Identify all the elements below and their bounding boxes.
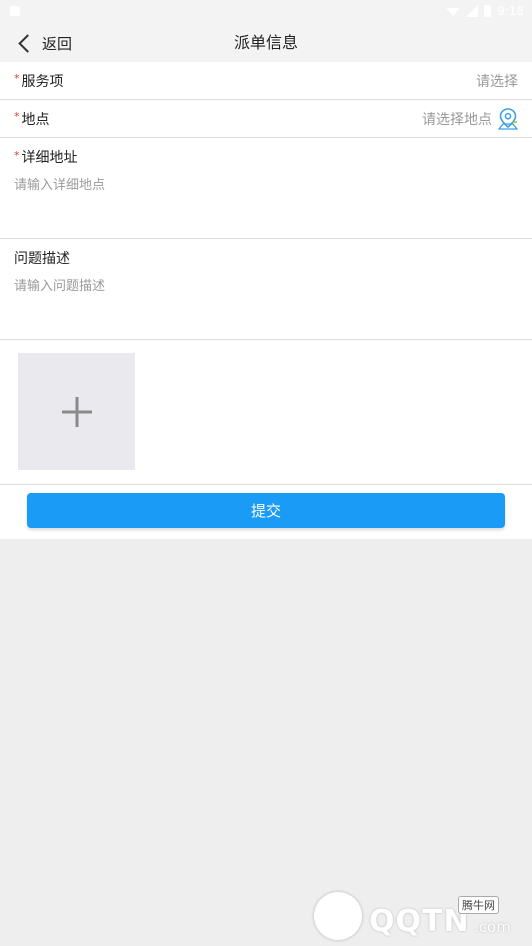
location-label: * 地点 <box>14 109 50 129</box>
address-block: * 详细地址 <box>0 138 532 239</box>
watermark-brand: QQTN <box>369 904 470 939</box>
service-item-row[interactable]: * 服务项 请选择 <box>0 62 532 100</box>
description-block: 问题描述 <box>0 239 532 340</box>
submit-area: 提交 <box>0 485 532 539</box>
battery-icon <box>484 5 492 17</box>
service-item-select[interactable]: 请选择 <box>476 71 518 91</box>
required-mark: * <box>14 148 20 162</box>
location-label-text: 地点 <box>21 111 50 128</box>
status-bar: 9:18 <box>0 0 532 24</box>
status-icons: 9:18 <box>446 4 524 18</box>
page-title: 派单信息 <box>233 33 298 52</box>
address-input[interactable] <box>14 174 518 224</box>
required-mark: * <box>14 72 20 85</box>
location-select[interactable]: 请选择地点 <box>422 107 518 130</box>
navigation-bar: 返回 派单信息 <box>0 24 532 62</box>
watermark-logo <box>314 892 362 940</box>
notification-icon <box>10 6 20 16</box>
service-item-label-text: 服务项 <box>21 73 64 90</box>
wifi-icon <box>446 8 461 16</box>
location-placeholder: 请选择地点 <box>422 111 492 128</box>
map-pin-icon[interactable] <box>498 107 518 130</box>
status-time: 9:18 <box>497 4 524 18</box>
plus-icon <box>61 396 92 427</box>
address-label-text: 详细地址 <box>21 150 78 166</box>
location-row[interactable]: * 地点 请选择地点 <box>0 100 532 138</box>
watermark-domain-suffix: .com <box>474 918 511 936</box>
dispatch-form: * 服务项 请选择 * 地点 请选择地点 * 详细地址 问题描述 <box>0 62 532 539</box>
submit-button[interactable]: 提交 <box>27 493 505 528</box>
service-item-label: * 服务项 <box>14 71 64 91</box>
service-item-placeholder: 请选择 <box>476 73 518 90</box>
watermark-cn-name: 腾牛网 <box>458 896 499 914</box>
photo-upload-area <box>0 340 532 485</box>
description-input[interactable] <box>14 275 518 325</box>
description-label: 问题描述 <box>14 251 70 267</box>
add-photo-button[interactable] <box>18 353 135 470</box>
required-mark: * <box>14 110 20 123</box>
address-label: * 详细地址 <box>14 148 518 167</box>
watermark: QQTN .com 腾牛网 <box>314 890 526 942</box>
signal-icon <box>466 5 479 17</box>
